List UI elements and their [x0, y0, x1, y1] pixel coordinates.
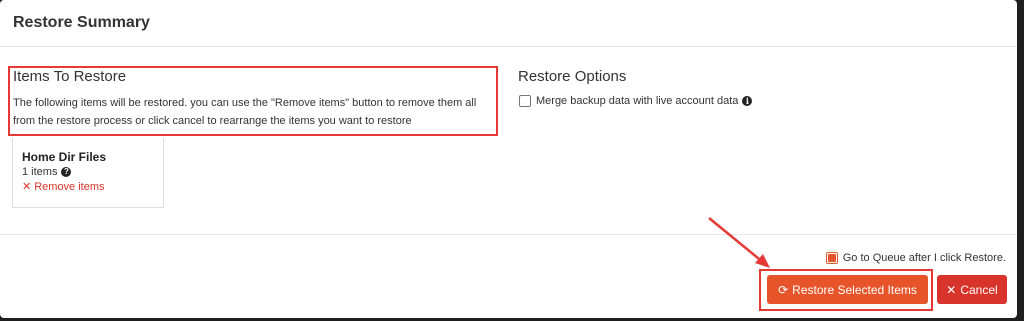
info-icon[interactable]: i [742, 96, 753, 106]
restore-selected-button[interactable]: ⟳ Restore Selected Items [767, 275, 928, 304]
restore-summary-modal: Restore Summary Items To Restore The fol… [0, 0, 1017, 318]
modal-footer: Go to Queue after I click Restore. ⟳ Res… [0, 235, 1017, 318]
remove-items-label: Remove items [34, 180, 105, 193]
refresh-icon: ⟳ [778, 282, 789, 297]
home-dir-count: 1 items ? [22, 166, 163, 178]
remove-x-icon: ✕ [22, 181, 32, 193]
cancel-button[interactable]: ✕ Cancel [937, 275, 1007, 304]
help-icon[interactable]: ? [61, 167, 72, 177]
items-to-restore-description: The following items will be restored. yo… [13, 97, 477, 127]
cancel-button-label: Cancel [960, 282, 998, 297]
queue-checkbox[interactable] [825, 252, 838, 264]
restore-button-label: Restore Selected Items [792, 282, 917, 297]
home-dir-count-text: 1 items [22, 166, 58, 178]
merge-option[interactable]: Merge backup data with live account data… [519, 95, 753, 107]
restore-options-title: Restore Options [518, 68, 627, 85]
items-to-restore-title: Items To Restore [13, 68, 127, 85]
modal-header: Restore Summary [0, 0, 1017, 47]
remove-items-link[interactable]: ✕ Remove items [22, 180, 163, 194]
merge-checkbox[interactable] [519, 95, 531, 107]
merge-label: Merge backup data with live account data [536, 95, 739, 107]
close-icon: ✕ [946, 282, 957, 297]
modal-body: Items To Restore The following items wil… [0, 47, 1017, 235]
queue-label: Go to Queue after I click Restore. [842, 252, 1006, 264]
home-dir-card: Home Dir Files 1 items ? ✕ Remove items [12, 138, 164, 208]
modal-title: Restore Summary [13, 14, 150, 31]
queue-option[interactable]: Go to Queue after I click Restore. [825, 252, 1006, 264]
home-dir-title: Home Dir Files [22, 150, 107, 164]
